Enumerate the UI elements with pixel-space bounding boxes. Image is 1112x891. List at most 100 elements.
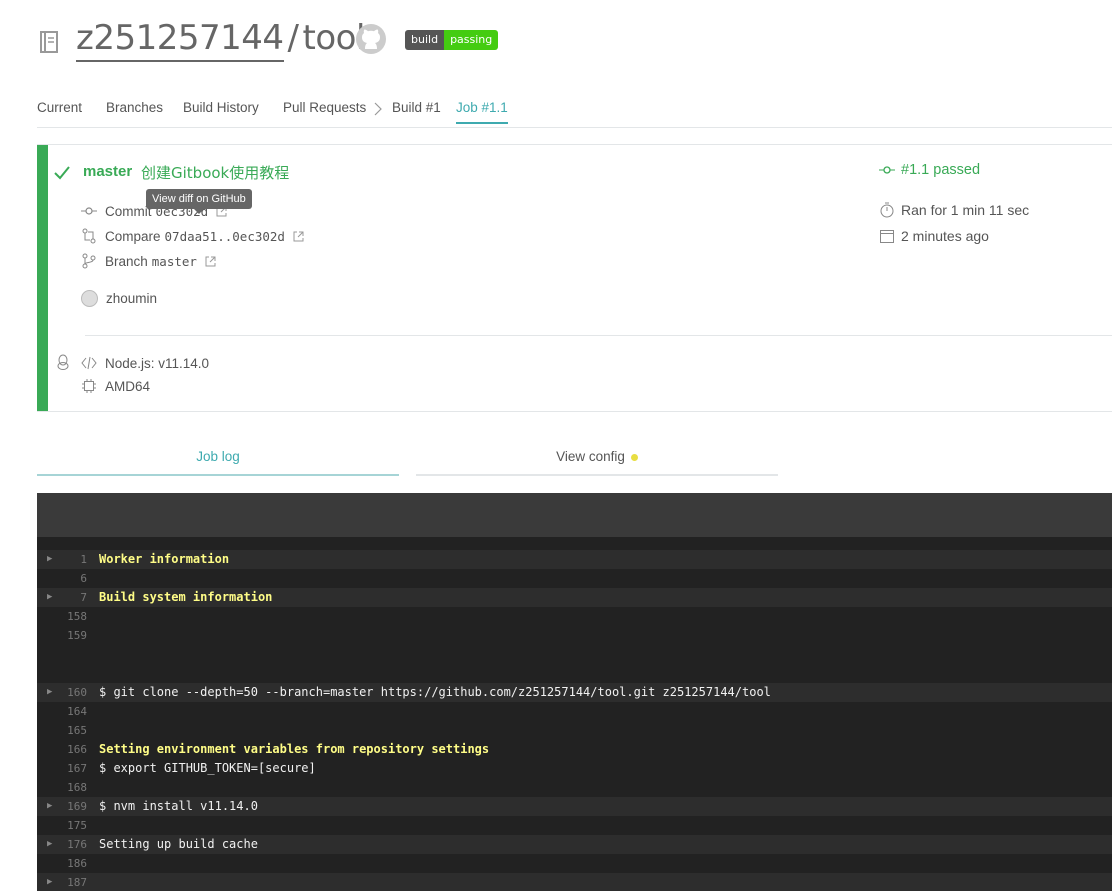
log-line-number[interactable]: 160 [57, 683, 87, 702]
commit-icon [879, 166, 895, 174]
build-status-badge[interactable]: build passing [405, 30, 499, 50]
tab-job-log[interactable]: Job log [37, 449, 399, 476]
chevron-right-icon [374, 102, 382, 116]
badge-status: passing [444, 30, 499, 50]
cpu-icon [82, 379, 96, 393]
compare-label: Compare [105, 228, 161, 244]
log-line-text: Build system information [99, 590, 273, 604]
check-icon [54, 166, 70, 180]
log-line-number[interactable]: 164 [57, 702, 87, 721]
log-line-number[interactable]: 7 [57, 588, 87, 607]
log-line[interactable]: ▶ 7 Build system information [37, 588, 1112, 607]
log-line: 175 [37, 816, 1112, 835]
duration-text: Ran for 1 min 11 sec [901, 202, 1030, 218]
badge-label: build [405, 30, 445, 50]
log-line: 166 Setting environment variables from re… [37, 740, 1112, 759]
log-line: 168 [37, 778, 1112, 797]
log-line-number[interactable]: 1 [57, 550, 87, 569]
arch-text: AMD64 [105, 378, 151, 394]
log-line-number[interactable]: 187 [57, 873, 87, 891]
log-line-text: $ git clone --depth=50 --branch=master h… [99, 685, 771, 699]
repo-icon [40, 31, 58, 53]
tab-view-config[interactable]: View config [416, 449, 778, 476]
log-line-number[interactable]: 159 [57, 626, 87, 645]
tab-job-1-1[interactable]: Job #1.1 [456, 100, 508, 124]
stopwatch-icon [880, 202, 894, 218]
repo-nav: Current Branches Build History Pull Requ… [37, 100, 1112, 128]
github-icon[interactable] [355, 23, 387, 55]
log-line-number[interactable]: 168 [57, 778, 87, 797]
fold-arrow-icon[interactable]: ▶ [47, 835, 52, 854]
tab-build-1[interactable]: Build #1 [392, 100, 441, 115]
log-line[interactable]: ▶ 1 Worker information [37, 550, 1112, 569]
commit-label: Commit [105, 203, 152, 219]
author-row: zhoumin [81, 290, 157, 307]
compare-range: 07daa51..0ec302d [164, 228, 285, 244]
log-line[interactable]: ▶ 169 $ nvm install v11.14.0 [37, 797, 1112, 816]
log-toolbar [37, 493, 1112, 537]
external-link-icon [293, 231, 304, 241]
branch-label: Branch [105, 253, 148, 269]
log-line[interactable]: ▶ 160 $ git clone --depth=50 --branch=mast… [37, 683, 1112, 702]
repo-title: z251257144/tool [76, 18, 365, 62]
job-log-label: Job log [196, 449, 240, 464]
log-line-number[interactable]: 186 [57, 854, 87, 873]
tab-current[interactable]: Current [37, 100, 82, 115]
branch-value: master [151, 253, 197, 269]
job-status: #1.1 passed [879, 162, 980, 178]
log-line-number[interactable]: 175 [57, 816, 87, 835]
log-line-number[interactable]: 166 [57, 740, 87, 759]
divider [85, 335, 1112, 336]
log-line-text: Setting up build cache [99, 837, 258, 851]
log-line-number[interactable]: 176 [57, 835, 87, 854]
log-line-number[interactable]: 165 [57, 721, 87, 740]
finished-row: 2 minutes ago [879, 228, 989, 244]
fold-arrow-icon[interactable]: ▶ [47, 683, 52, 702]
fold-arrow-icon[interactable]: ▶ [47, 797, 52, 816]
job-status-text: #1.1 passed [901, 162, 981, 178]
tab-branches[interactable]: Branches [106, 100, 163, 115]
tab-build-history[interactable]: Build History [183, 100, 259, 115]
fold-arrow-icon[interactable]: ▶ [47, 588, 52, 607]
log-line: 186 [37, 854, 1112, 873]
commit-message: 创建Gitbook使用教程 [141, 164, 290, 182]
branch-row[interactable]: Branch master [81, 253, 216, 269]
branch-name[interactable]: master [83, 163, 132, 180]
log-line: 6 [37, 569, 1112, 588]
log-line-number[interactable]: 169 [57, 797, 87, 816]
log-line-text: $ nvm install v11.14.0 [99, 799, 258, 813]
log-line-text: $ export GITHUB_TOKEN=[secure] [99, 761, 316, 775]
log-line: 159 [37, 626, 1112, 645]
log-line-number[interactable]: 6 [57, 569, 87, 588]
language-text: Node.js: v11.14.0 [105, 355, 210, 371]
tab-pull-requests[interactable]: Pull Requests [283, 100, 366, 115]
arch-row: AMD64 [81, 378, 150, 394]
log-line[interactable]: ▶ 176 Setting up build cache [37, 835, 1112, 854]
log-line-number[interactable]: 158 [57, 607, 87, 626]
log-line: 167 $ export GITHUB_TOKEN=[secure] [37, 759, 1112, 778]
duration-row: Ran for 1 min 11 sec [879, 202, 1029, 218]
compare-icon [82, 228, 96, 244]
view-config-label: View config [556, 449, 625, 464]
log-line[interactable]: ▶ 187 [37, 873, 1112, 891]
commit-icon [81, 207, 97, 215]
log-line-text: Worker information [99, 552, 230, 566]
log-line: 158 [37, 607, 1112, 626]
log-line: 165 [37, 721, 1112, 740]
calendar-icon [880, 230, 894, 243]
author-name: zhoumin [106, 291, 158, 306]
avatar [81, 290, 98, 307]
language-row: Node.js: v11.14.0 [81, 355, 209, 371]
job-log[interactable]: ▶ 1 Worker information 6 ▶ 7 Build system info… [37, 493, 1112, 891]
linux-icon [57, 354, 69, 370]
fold-arrow-icon[interactable]: ▶ [47, 550, 52, 569]
repo-owner-link[interactable]: z251257144 [76, 18, 284, 62]
job-summary: master 创建Gitbook使用教程 View diff on GitHub… [37, 144, 1112, 412]
external-link-icon [205, 256, 216, 266]
fold-arrow-icon[interactable]: ▶ [47, 873, 52, 891]
branch-icon [82, 253, 96, 269]
config-warning-dot [630, 453, 638, 461]
compare-row[interactable]: Compare 07daa51..0ec302d [81, 228, 304, 244]
log-line-number[interactable]: 167 [57, 759, 87, 778]
status-bar [37, 145, 48, 411]
